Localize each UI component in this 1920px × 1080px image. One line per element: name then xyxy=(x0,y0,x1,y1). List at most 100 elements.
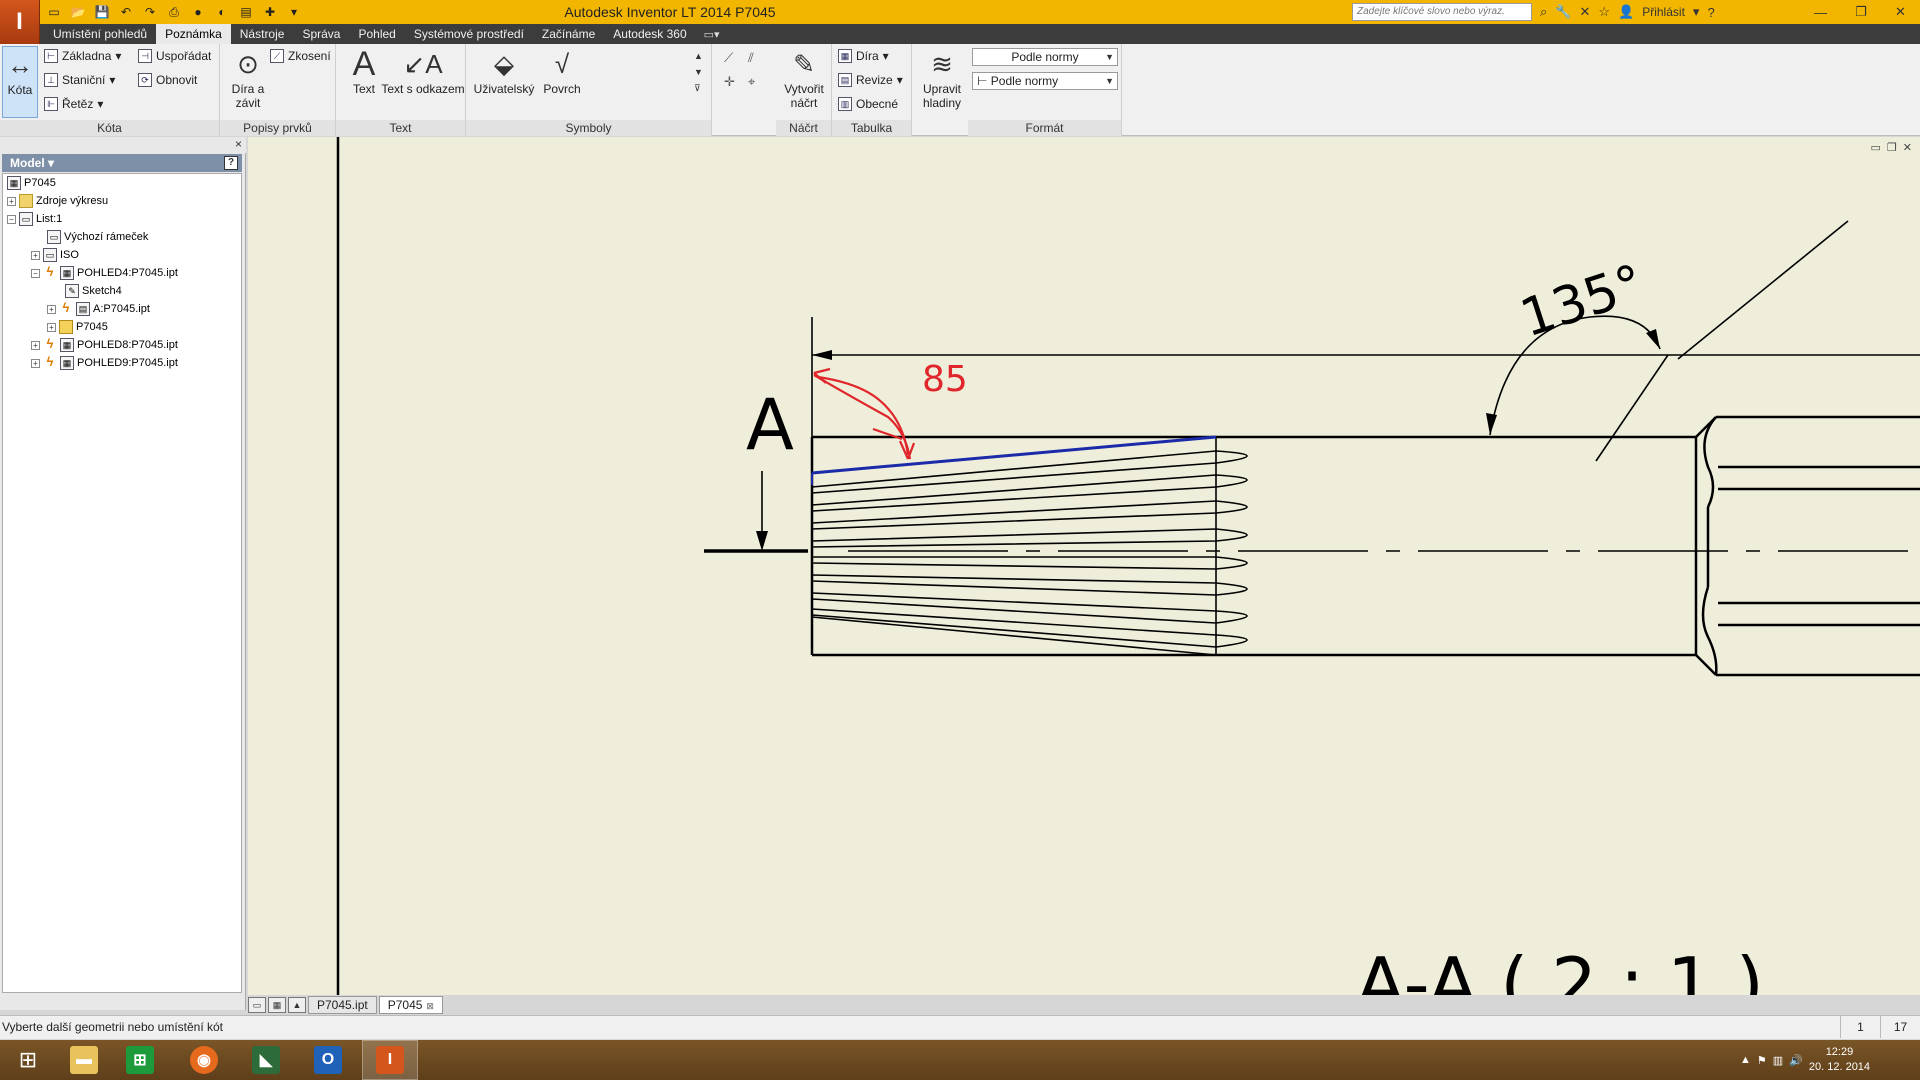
browser-header[interactable]: Model ▾ ? xyxy=(2,154,242,172)
tree-item-pohled9[interactable]: + ϟ ▦ POHLED9:P7045.ipt xyxy=(31,354,178,372)
tab-sprava[interactable]: Správa xyxy=(293,24,349,44)
search-input[interactable]: Zadejte klíčové slovo nebo výraz. xyxy=(1352,3,1532,21)
upravit-hladiny-button[interactable]: ≋ Upravit hladiny xyxy=(916,46,968,110)
clock[interactable]: 12:29 20. 12. 2014 xyxy=(1809,1045,1870,1075)
tab-pohled[interactable]: Pohled xyxy=(349,24,404,44)
centerline-icon[interactable]: ⌖ xyxy=(748,74,755,90)
help-icon[interactable]: ? xyxy=(224,156,238,170)
taskbar-firefox[interactable]: ◉ xyxy=(176,1040,232,1080)
help-icon[interactable]: ? xyxy=(1707,5,1714,20)
tab-systemove-prostredi[interactable]: Systémové prostředí xyxy=(405,24,533,44)
x-icon[interactable]: ✕ xyxy=(1579,4,1590,20)
tree-item-a-view[interactable]: + ϟ ▤ A:P7045.ipt xyxy=(47,300,150,318)
zakladna-button[interactable]: ⊢ Základna ▾ xyxy=(44,46,121,66)
minimize-icon[interactable]: — xyxy=(1814,5,1827,20)
close-icon[interactable]: ⊠ xyxy=(426,1001,434,1011)
expand-icon[interactable]: + xyxy=(47,322,56,332)
signin-button[interactable]: Přihlásit xyxy=(1642,5,1685,19)
tree-item-list[interactable]: − ▭ List:1 xyxy=(7,210,62,228)
qat-dropdown-icon[interactable]: ▾ xyxy=(284,3,304,21)
expand-icon[interactable]: + xyxy=(31,340,40,350)
retez-button[interactable]: ⊩ Řetěz ▾ xyxy=(44,94,103,114)
new-icon[interactable]: ▭ xyxy=(44,3,64,21)
cascade-windows-icon[interactable]: ▦ xyxy=(268,997,286,1013)
flag-icon[interactable]: ⚑ xyxy=(1757,1054,1767,1067)
revize-button[interactable]: ▤ Revize ▾ xyxy=(838,70,903,90)
project-icon[interactable]: ✚ xyxy=(260,3,280,21)
line-icon[interactable]: ⟋ xyxy=(724,50,733,66)
taskbar-outlook[interactable]: O xyxy=(300,1040,356,1080)
hatch-icon[interactable]: ⫽ xyxy=(748,50,754,66)
expand-icon[interactable]: + xyxy=(31,358,40,368)
appearance-icon[interactable]: ◐ xyxy=(212,3,232,21)
text-button[interactable]: A Text xyxy=(344,46,384,96)
redo-icon[interactable]: ↷ xyxy=(140,3,160,21)
tools-icon[interactable]: 🔧 xyxy=(1555,4,1571,20)
arrange-up-icon[interactable]: ▲ xyxy=(288,997,306,1013)
tab-autodesk-360[interactable]: Autodesk 360 xyxy=(604,24,695,44)
tree-item-pohled4[interactable]: − ϟ ▦ POHLED4:P7045.ipt xyxy=(31,264,178,282)
povrch-button[interactable]: √ Povrch xyxy=(538,46,586,96)
dira-table-button[interactable]: ▦ Díra ▾ xyxy=(838,46,889,66)
close-icon[interactable]: ✕ xyxy=(1895,4,1906,20)
tray-expand-icon[interactable]: ▲ xyxy=(1740,1054,1751,1066)
signin-dropdown-icon[interactable]: ▾ xyxy=(1693,4,1700,20)
collapse-icon[interactable]: − xyxy=(31,268,40,278)
network-icon[interactable]: ▥ xyxy=(1773,1054,1783,1067)
stanicni-button[interactable]: ⊥ Staniční ▾ xyxy=(44,70,115,90)
open-icon[interactable]: 📂 xyxy=(68,3,88,21)
tab-zaciname[interactable]: Začínáme xyxy=(533,24,604,44)
tree-item-root[interactable]: ▦ P7045 xyxy=(7,174,56,192)
tree-item-pohled8[interactable]: + ϟ ▦ POHLED8:P7045.ipt xyxy=(31,336,178,354)
taskbar-inventor[interactable]: I xyxy=(362,1040,418,1080)
vytvorit-nacrt-button[interactable]: ✎ Vytvořit náčrt xyxy=(780,46,828,110)
tile-windows-icon[interactable]: ▭ xyxy=(248,997,266,1013)
parameters-icon[interactable]: ▤ xyxy=(236,3,256,21)
volume-icon[interactable]: 🔊 xyxy=(1789,1054,1803,1067)
uzivatelsky-button[interactable]: ⬙ Uživatelský xyxy=(472,46,536,96)
expand-icon[interactable]: + xyxy=(31,250,40,260)
tree-item-zdroje[interactable]: + Zdroje výkresu xyxy=(7,192,108,210)
print-icon[interactable]: ⎙ xyxy=(164,3,184,21)
save-icon[interactable]: 💾 xyxy=(92,3,112,21)
tab-poznamka[interactable]: Poznámka xyxy=(156,24,231,44)
taskbar-app-green[interactable]: ◣ xyxy=(238,1040,294,1080)
taskbar-store[interactable]: ⊞ xyxy=(112,1040,168,1080)
usporadat-button[interactable]: ⊣ Uspořádat xyxy=(138,46,211,66)
close-icon[interactable]: × xyxy=(235,137,242,151)
start-button[interactable]: ⊞ xyxy=(0,1040,56,1080)
layer-select[interactable]: ⊢ Podle normy ▼ xyxy=(972,72,1118,90)
tab-nastroje[interactable]: Nástroje xyxy=(231,24,294,44)
undo-icon[interactable]: ↶ xyxy=(116,3,136,21)
expand-icon[interactable]: + xyxy=(7,196,16,206)
minimize-icon[interactable]: ▭ xyxy=(1871,141,1881,154)
expand-icon[interactable]: + xyxy=(47,304,56,314)
dira-zavit-button[interactable]: ⊙ Díra a závit xyxy=(226,46,270,110)
style-select[interactable]: Podle normy ▼ xyxy=(972,48,1118,66)
restore-icon[interactable]: ❐ xyxy=(1887,141,1897,154)
obecne-button[interactable]: ▥ Obecné xyxy=(838,94,898,114)
application-menu-button[interactable]: I xyxy=(0,0,40,44)
restore-icon[interactable]: ❐ xyxy=(1855,4,1867,20)
star-icon[interactable]: ☆ xyxy=(1598,4,1610,20)
close-icon[interactable]: ✕ xyxy=(1903,141,1912,154)
collapse-icon[interactable]: − xyxy=(7,214,16,224)
gallery-scroll[interactable]: ▲ ▼ ⊽ xyxy=(694,48,703,96)
doc-tab-p7045-ipt[interactable]: P7045.ipt xyxy=(308,996,377,1014)
tree-item-part[interactable]: + P7045 xyxy=(47,318,108,336)
ribbon-options-icon[interactable]: ▭▾ xyxy=(696,28,720,41)
text-s-odkazem-button[interactable]: ↙A Text s odkazem xyxy=(380,46,466,96)
kota-button[interactable]: ↔ Kóta xyxy=(2,46,38,118)
doc-tab-p7045[interactable]: P7045 ⊠ xyxy=(378,996,443,1014)
tree-item-ramecek[interactable]: ▭ Výchozí rámeček xyxy=(47,228,148,246)
material-icon[interactable]: ● xyxy=(188,3,208,21)
tree-item-sketch4[interactable]: ✎ Sketch4 xyxy=(65,282,122,300)
center-mark-icon[interactable]: ✛ xyxy=(724,74,735,90)
obnovit-button[interactable]: ⟳ Obnovit xyxy=(138,70,197,90)
tree-item-iso[interactable]: + ▭ ISO xyxy=(31,246,79,264)
binoculars-icon[interactable]: ⌕ xyxy=(1540,4,1547,20)
zkoseni-button[interactable]: ⟋ Zkosení xyxy=(270,46,331,66)
tab-umisteni-pohledu[interactable]: Umístění pohledů xyxy=(44,24,156,44)
taskbar-explorer[interactable]: ▬ xyxy=(56,1040,112,1080)
drawing-canvas[interactable]: ▭ ❐ ✕ A 135° 85 A-A (2: 1) xyxy=(248,137,1920,995)
